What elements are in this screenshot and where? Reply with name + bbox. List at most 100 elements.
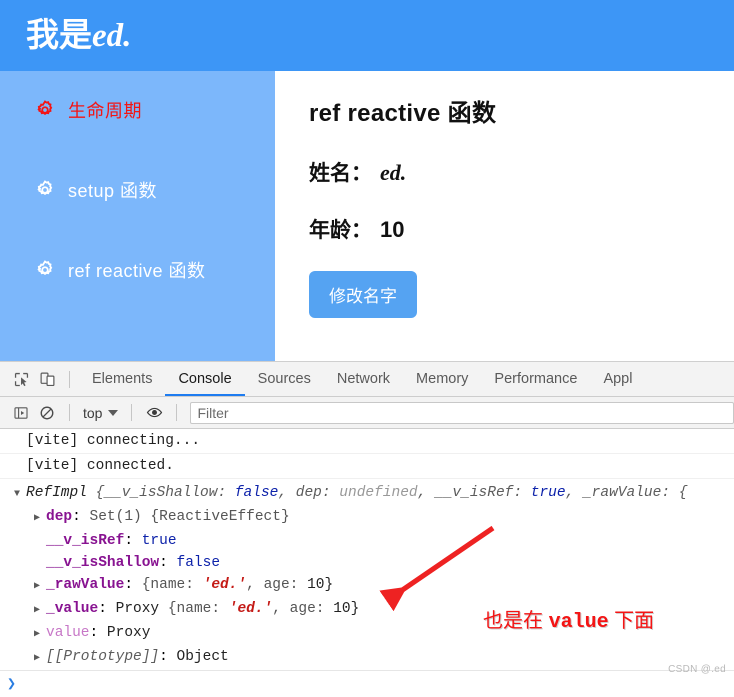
sidebar-item-ref-reactive[interactable]: ref reactive 函数 — [0, 253, 275, 287]
expand-triangle-icon[interactable]: ▼ — [14, 484, 24, 506]
preview-string: 'ed.' — [202, 577, 247, 593]
devtools-panel: Elements Console Sources Network Memory … — [0, 361, 734, 697]
page-body: 生命周期 setup 函数 ref reactive 函数 ref reacti… — [0, 71, 734, 361]
tab-network[interactable]: Network — [324, 362, 403, 396]
object-row: __v_isRef: true — [14, 530, 734, 552]
console-prompt[interactable]: ❯ — [0, 670, 734, 696]
change-name-button[interactable]: 修改名字 — [309, 271, 417, 318]
console-sidebar-icon[interactable] — [8, 400, 34, 426]
property-value: Object — [176, 649, 229, 665]
filterbar-divider-2 — [131, 404, 133, 421]
gear-icon — [34, 259, 56, 281]
expand-triangle-icon[interactable]: ▶ — [34, 624, 44, 646]
preview-sep: : — [661, 485, 679, 501]
page-title-name: ed. — [92, 18, 132, 54]
property-key: _value — [46, 601, 99, 617]
console-message: [vite] connecting... — [0, 429, 734, 454]
expand-triangle-icon[interactable]: ▶ — [34, 600, 44, 622]
sidebar-item-label: setup 函数 — [68, 181, 158, 201]
preview-value: true — [530, 485, 566, 501]
toolbar-divider — [69, 370, 70, 388]
context-selector-value: top — [83, 404, 103, 421]
preview-proxy: Proxy — [115, 601, 168, 617]
property-key: __v_isShallow — [46, 555, 160, 571]
row-colon: : — [89, 625, 107, 641]
row-colon: : — [98, 601, 116, 617]
tab-sources[interactable]: Sources — [245, 362, 324, 396]
preview-string: 'ed.' — [228, 601, 273, 617]
name-value: ed. — [380, 160, 407, 185]
gear-icon — [34, 99, 56, 121]
devtools-tabbar: Elements Console Sources Network Memory … — [0, 362, 734, 397]
filter-input[interactable] — [190, 401, 734, 424]
age-label: 年龄： — [309, 219, 372, 242]
sidebar-item-label: ref reactive 函数 — [68, 261, 206, 281]
object-row-prototype[interactable]: ▶ [[Prototype]]: Object — [14, 646, 734, 670]
filterbar-divider — [69, 404, 70, 421]
object-row[interactable]: ▶ value: Proxy — [14, 622, 734, 646]
site-header: 我是ed. — [0, 0, 734, 71]
preview-value: false — [234, 485, 279, 501]
preview-brace: {name: — [167, 601, 229, 617]
device-toolbar-icon[interactable] — [34, 366, 60, 392]
filterbar-divider-3 — [176, 404, 178, 421]
sidebar: 生命周期 setup 函数 ref reactive 函数 — [0, 71, 275, 361]
object-header[interactable]: ▼ RefImpl {__v_isShallow: false, dep: und… — [14, 482, 734, 506]
gear-icon — [34, 179, 56, 201]
row-colon: : — [72, 509, 90, 525]
preview-key: _rawValue — [582, 485, 662, 501]
preview-key: __v_isRef — [435, 485, 514, 501]
property-key: __v_isRef — [46, 533, 125, 549]
preview-sep: : — [513, 485, 531, 501]
row-colon: : — [124, 577, 142, 593]
preview-number: 10} — [307, 577, 334, 593]
sidebar-item-setup[interactable]: setup 函数 — [0, 173, 275, 207]
page-title-prefix: 我是 — [26, 16, 92, 53]
prompt-chevron-icon: ❯ — [7, 676, 17, 693]
preview-key: dep — [295, 485, 322, 501]
page-title: 我是ed. — [26, 18, 131, 53]
expand-triangle-icon[interactable]: ▶ — [34, 508, 44, 530]
property-value: Set(1) {ReactiveEffect} — [89, 509, 290, 525]
property-value: true — [141, 533, 177, 549]
chevron-down-icon — [108, 409, 119, 416]
live-expression-icon[interactable] — [141, 400, 167, 426]
preview-value: { — [678, 485, 688, 501]
watermark: CSDN @.ed — [668, 664, 726, 675]
browser-page: 我是ed. 生命周期 setup 函数 ref reactive 函数 ref … — [0, 0, 734, 361]
preview-comma: , — [417, 485, 436, 501]
object-row[interactable]: ▶ _value: Proxy {name: 'ed.', age: 10} — [14, 598, 734, 622]
tab-application[interactable]: Appl — [590, 362, 645, 396]
console-object: ▼ RefImpl {__v_isShallow: false, dep: und… — [0, 479, 734, 673]
object-row[interactable]: ▶ _rawValue: {name: 'ed.', age: 10} — [14, 574, 734, 598]
property-key: value — [46, 625, 90, 641]
property-value: false — [176, 555, 221, 571]
row-colon: : — [124, 533, 142, 549]
object-row: __v_isShallow: false — [14, 552, 734, 574]
sidebar-item-label: 生命周期 — [68, 101, 142, 121]
context-selector[interactable]: top — [79, 405, 122, 421]
expand-triangle-icon[interactable]: ▶ — [34, 648, 44, 670]
tab-performance[interactable]: Performance — [481, 362, 590, 396]
property-key: _rawValue — [46, 577, 125, 593]
row-colon: : — [159, 649, 177, 665]
tab-elements[interactable]: Elements — [79, 362, 165, 396]
preview-sep2: , age: — [272, 601, 334, 617]
expand-triangle-icon[interactable]: ▶ — [34, 576, 44, 598]
preview-brace: {name: — [141, 577, 203, 593]
console-filterbar: top — [0, 397, 734, 429]
name-field: 姓名： ed. — [309, 157, 734, 187]
preview-key: __v_isShallow — [104, 485, 218, 501]
property-key: [[Prototype]] — [46, 649, 160, 665]
inspect-element-icon[interactable] — [8, 366, 34, 392]
clear-console-icon[interactable] — [34, 400, 60, 426]
age-field: 年龄： 10 — [309, 214, 734, 244]
sidebar-item-lifecycle[interactable]: 生命周期 — [0, 93, 275, 127]
preview-sep: : — [217, 485, 235, 501]
tab-memory[interactable]: Memory — [403, 362, 481, 396]
object-row[interactable]: ▶ dep: Set(1) {ReactiveEffect} — [14, 506, 734, 530]
screenshot-root: 我是ed. 生命周期 setup 函数 ref reactive 函数 ref … — [0, 0, 734, 697]
object-class-name: RefImpl — [26, 485, 87, 501]
preview-sep2: , age: — [246, 577, 308, 593]
tab-console[interactable]: Console — [165, 362, 245, 396]
